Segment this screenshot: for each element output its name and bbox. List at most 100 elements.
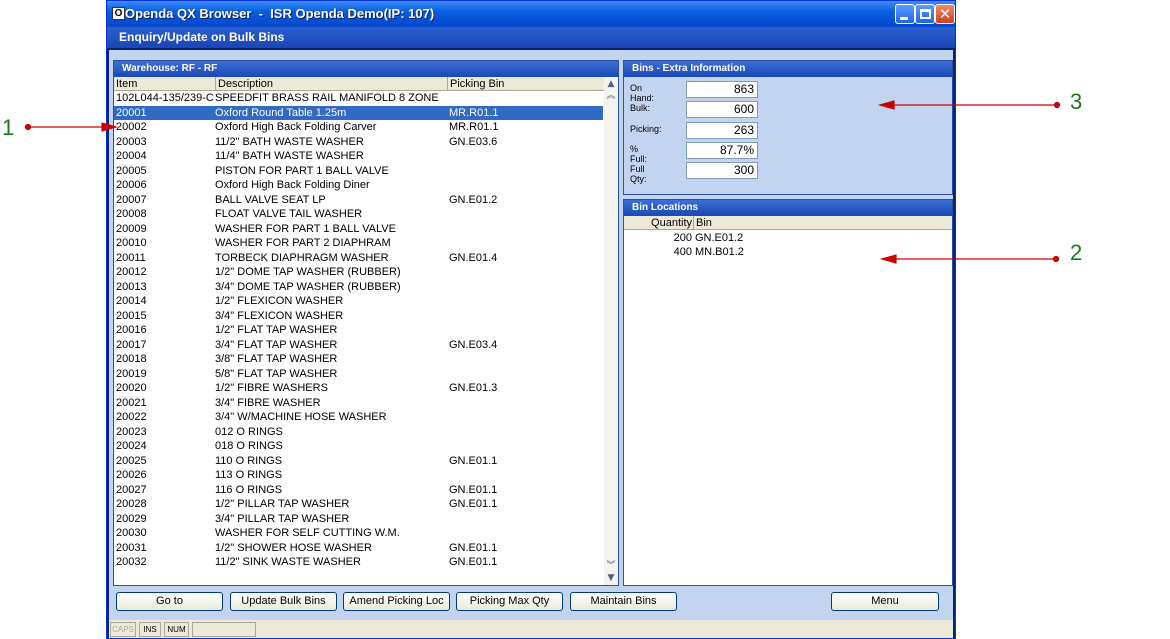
scroll-down-icon[interactable]: ▼ — [604, 571, 618, 585]
description-cell: PISTON FOR PART 1 BALL VALVE — [215, 164, 389, 177]
table-row[interactable]: 20007 BALL VALVE SEAT LP GN.E01.2 — [114, 193, 603, 208]
item-code-cell: 102L044-135/239-C — [116, 92, 214, 104]
table-row[interactable]: 20028 1/2" PILLAR TAP WASHER GN.E01.1 — [114, 497, 603, 512]
item-code-cell: 20016 — [116, 324, 147, 336]
table-row[interactable]: 20022 3/4" W/MACHINE HOSE WASHER — [114, 410, 603, 425]
description-cell: 3/8" FLAT TAP WASHER — [215, 353, 338, 365]
table-row[interactable]: 20016 1/2" FLAT TAP WASHER — [114, 323, 603, 338]
table-row[interactable]: 20012 1/2" DOME TAP WASHER (RUBBER) — [114, 265, 603, 280]
minimize-button[interactable] — [895, 4, 915, 24]
picking-bin-cell: GN.E01.1 — [449, 556, 498, 568]
table-row[interactable]: 20019 5/8" FLAT TAP WASHER — [114, 367, 603, 382]
picking-bin-cell: GN.E01.3 — [449, 382, 498, 394]
update-bulk-bins-button[interactable]: Update Bulk Bins — [230, 592, 337, 611]
description-cell: 3/4" FIBRE WASHER — [215, 396, 321, 409]
bin-location-qty: 400 — [673, 246, 692, 258]
table-row[interactable]: 20006 Oxford High Back Folding Diner — [114, 178, 603, 193]
go-to-button[interactable]: Go to — [116, 592, 223, 611]
picking-bin-cell: GN.E01.1 — [449, 454, 498, 467]
percent-full-field[interactable]: 87.7% — [686, 142, 758, 159]
column-description[interactable]: Description — [215, 77, 273, 91]
table-row[interactable]: 20002 Oxford High Back Folding Carver MR.R… — [114, 120, 603, 135]
description-cell: WASHER FOR SELF CUTTING W.M. — [215, 527, 400, 539]
table-row[interactable]: 20010 WASHER FOR PART 2 DIAPHRAM — [114, 236, 603, 251]
picking-bin-cell: MR.R01.1 — [449, 121, 499, 133]
maximize-button[interactable] — [915, 4, 935, 24]
table-row[interactable]: 20031 1/2" SHOWER HOSE WASHER GN.E01.1 — [114, 541, 603, 556]
title-bar[interactable]: O Openda QX Browser - ISR Openda Demo(IP… — [107, 1, 955, 27]
on-hand-field[interactable]: 863 — [686, 81, 758, 98]
column-bin[interactable]: Bin — [693, 216, 712, 230]
table-row[interactable]: 20027 116 O RINGS GN.E01.1 — [114, 483, 603, 498]
bulk-field[interactable]: 600 — [686, 101, 758, 118]
description-cell: 11/2" BATH WASTE WASHER — [215, 135, 364, 148]
table-row[interactable]: 102L044-135/239-C SPEEDFIT BRASS RAIL MAN… — [114, 91, 603, 106]
item-code-cell: 20020 — [116, 382, 147, 394]
item-code-cell: 20014 — [116, 295, 147, 307]
on-hand-label: On Hand: — [630, 83, 655, 103]
num-indicator: NUM — [164, 622, 189, 637]
items-scrollbar[interactable]: ▲ ︽ ︾ ▼ — [604, 77, 618, 585]
table-row[interactable]: 20026 113 O RINGS — [114, 468, 603, 483]
table-row[interactable]: 20015 3/4" FLEXICON WASHER — [114, 309, 603, 324]
description-cell: 1/2" FLEXICON WASHER — [215, 295, 344, 307]
column-item[interactable]: Item — [116, 77, 137, 91]
minimize-icon — [900, 17, 908, 20]
column-quantity[interactable]: Quantity — [624, 216, 692, 230]
item-code-cell: 20030 — [116, 527, 147, 539]
table-row[interactable]: 20017 3/4" FLAT TAP WASHER GN.E03.4 — [114, 338, 603, 353]
arrow-1 — [24, 122, 119, 132]
items-panel: Warehouse: RF - RF Item Description Pick… — [113, 60, 619, 586]
bin-location-row[interactable]: 400 MN.B01.2 — [624, 245, 952, 259]
item-code-cell: 20027 — [116, 483, 147, 496]
table-row[interactable]: 20008 FLOAT VALVE TAIL WASHER — [114, 207, 603, 222]
picking-field[interactable]: 263 — [686, 122, 758, 139]
extra-info-panel: Bins - Extra Information On Hand: 863 Bu… — [623, 60, 953, 195]
extra-info-header: Bins - Extra Information — [624, 61, 952, 77]
item-code-cell: 20022 — [116, 411, 147, 423]
table-row[interactable]: 20024 018 O RINGS — [114, 439, 603, 454]
table-row[interactable]: 20030 WASHER FOR SELF CUTTING W.M. — [114, 526, 603, 541]
description-cell: WASHER FOR PART 2 DIAPHRAM — [215, 237, 391, 249]
full-qty-field[interactable]: 300 — [686, 162, 758, 179]
items-list[interactable]: 102L044-135/239-C SPEEDFIT BRASS RAIL MAN… — [114, 91, 603, 570]
item-code-cell: 20029 — [116, 512, 147, 525]
amend-picking-loc-button[interactable]: Amend Picking Loc — [343, 592, 450, 611]
bin-location-row[interactable]: 200 GN.E01.2 — [624, 231, 952, 245]
menu-button[interactable]: Menu — [831, 592, 939, 611]
table-row[interactable]: 20029 3/4" PILLAR TAP WASHER — [114, 512, 603, 527]
screenshot-canvas: 1 2 3 O Openda QX Browser - ISR Openda D… — [0, 0, 1170, 639]
table-row[interactable]: 20023 012 O RINGS — [114, 425, 603, 440]
picking-max-qty-button[interactable]: Picking Max Qty — [456, 592, 563, 611]
annotation-number-2: 2 — [1070, 240, 1083, 265]
description-cell: Oxford High Back Folding Carver — [215, 121, 377, 133]
table-row[interactable]: 20020 1/2" FIBRE WASHERS GN.E01.3 — [114, 381, 603, 396]
table-row[interactable]: 20013 3/4" DOME TAP WASHER (RUBBER) — [114, 280, 603, 295]
column-picking-bin[interactable]: Picking Bin — [447, 77, 504, 91]
table-row[interactable]: 20018 3/8" FLAT TAP WASHER — [114, 352, 603, 367]
table-row[interactable]: 20005 PISTON FOR PART 1 BALL VALVE — [114, 164, 603, 179]
scroll-page-up-icon[interactable]: ︽ — [604, 89, 618, 103]
item-code-cell: 20024 — [116, 440, 147, 452]
table-row[interactable]: 20025 110 O RINGS GN.E01.1 — [114, 454, 603, 469]
close-button[interactable]: ✕ — [935, 4, 955, 24]
table-row[interactable]: 20001 Oxford Round Table 1.25m MR.R01.1 — [114, 105, 603, 120]
table-row[interactable]: 20003 11/2" BATH WASTE WASHER GN.E03.6 — [114, 135, 603, 150]
item-code-cell: 20012 — [116, 266, 147, 278]
table-row[interactable]: 20032 11/2" SINK WASTE WASHER GN.E01.1 — [114, 555, 603, 570]
table-row[interactable]: 20011 TORBECK DIAPHRAGM WASHER GN.E01.4 — [114, 251, 603, 266]
screen-title: Enquiry/Update on Bulk Bins — [119, 30, 285, 44]
table-row[interactable]: 20021 3/4" FIBRE WASHER — [114, 396, 603, 411]
description-cell: SPEEDFIT BRASS RAIL MANIFOLD 8 ZONE — [215, 92, 439, 104]
maintain-bins-button[interactable]: Maintain Bins — [570, 592, 677, 611]
items-column-headers: Item Description Picking Bin — [114, 77, 604, 91]
bin-locations-column-headers: Quantity Bin — [624, 216, 952, 230]
description-cell: Oxford Round Table 1.25m — [215, 106, 347, 119]
table-row[interactable]: 20004 11/4" BATH WASTE WASHER — [114, 149, 603, 164]
item-code-cell: 20001 — [116, 106, 147, 119]
picking-bin-cell: GN.E01.1 — [449, 541, 498, 554]
item-code-cell: 20006 — [116, 179, 147, 191]
table-row[interactable]: 20009 WASHER FOR PART 1 BALL VALVE — [114, 222, 603, 237]
table-row[interactable]: 20014 1/2" FLEXICON WASHER — [114, 294, 603, 309]
description-cell: 1/2" SHOWER HOSE WASHER — [215, 541, 372, 554]
